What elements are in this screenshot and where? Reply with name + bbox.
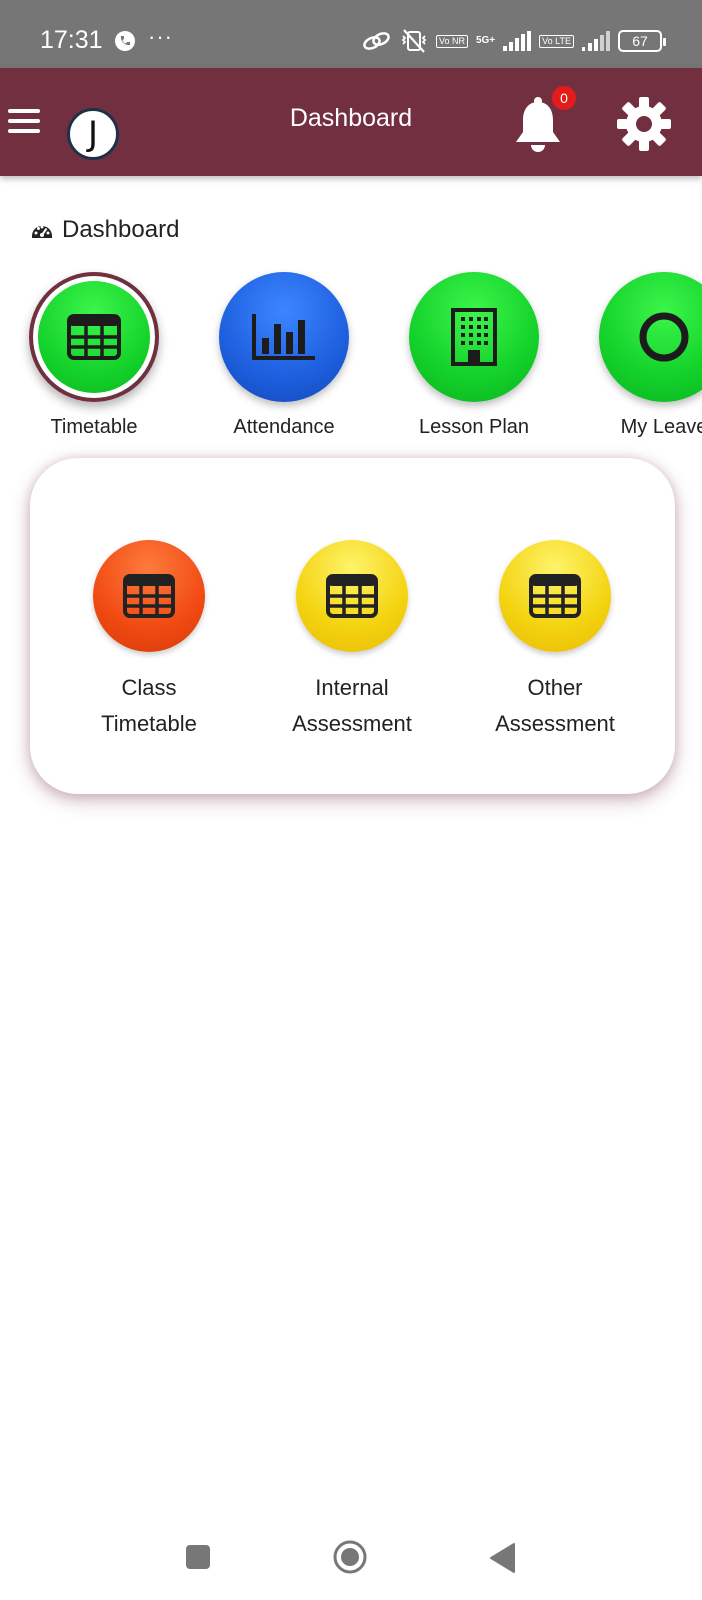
menu-label: My Leave bbox=[620, 416, 702, 438]
phone-app-icon bbox=[115, 31, 135, 51]
vonr-icon: Vo NR bbox=[435, 34, 468, 48]
menu-circle bbox=[599, 272, 702, 402]
menu-circle bbox=[409, 272, 539, 402]
submenu-item-other-assessment[interactable]: Other Assessment bbox=[460, 540, 650, 742]
submenu-circle bbox=[499, 540, 611, 652]
submenu-label: Class Timetable bbox=[54, 670, 244, 742]
submenu-label: Other Assessment bbox=[460, 670, 650, 742]
bar-chart-icon bbox=[252, 314, 315, 360]
battery-icon: 67 bbox=[618, 30, 666, 52]
network-type: 5G+ bbox=[475, 35, 496, 46]
menu-item-my-leave[interactable]: My Leave bbox=[584, 272, 702, 439]
status-indicators: Vo NR 5G+ Vo LTE 67 bbox=[362, 28, 666, 54]
submenu-label-line: Internal bbox=[315, 675, 389, 700]
submenu-circle bbox=[296, 540, 408, 652]
submenu-circle bbox=[93, 540, 205, 652]
link-icon bbox=[363, 32, 390, 50]
signal-icon bbox=[503, 31, 532, 51]
home-icon[interactable] bbox=[332, 1539, 368, 1575]
app-bar-title: Dashboard bbox=[289, 104, 413, 132]
status-bar: 17:31 ··· Vo NR 5G+ Vo LTE 67 bbox=[0, 0, 702, 68]
page-heading: Dashboard bbox=[30, 216, 179, 244]
vibrate-off-icon bbox=[401, 29, 427, 53]
submenu-label-line: Assessment bbox=[292, 711, 412, 736]
menu-circle bbox=[29, 272, 159, 402]
back-icon[interactable] bbox=[488, 1542, 516, 1574]
submenu-label-line: Other bbox=[527, 675, 583, 700]
menu-item-attendance[interactable]: Attendance bbox=[204, 272, 364, 439]
menu-item-timetable[interactable]: Timetable bbox=[14, 272, 174, 439]
submenu-label: Internal Assessment bbox=[257, 670, 447, 742]
recents-icon[interactable] bbox=[185, 1544, 211, 1570]
building-icon bbox=[451, 308, 497, 366]
volte-icon: Vo LTE bbox=[539, 34, 574, 48]
menu-item-lesson-plan[interactable]: Lesson Plan bbox=[394, 272, 554, 439]
submenu-item-class-timetable[interactable]: Class Timetable bbox=[54, 540, 244, 742]
status-time: 17:31 bbox=[40, 26, 103, 54]
submenu-label-line: Class bbox=[121, 675, 177, 700]
table-icon bbox=[326, 574, 378, 618]
submenu-card: Class Timetable Internal Assessment Othe… bbox=[30, 458, 675, 794]
page-heading-text: Dashboard bbox=[62, 216, 180, 243]
notification-badge: 0 bbox=[552, 86, 576, 110]
table-icon bbox=[529, 574, 581, 618]
table-icon bbox=[123, 574, 175, 618]
app-bar: J Dashboard 0 bbox=[0, 68, 702, 176]
submenu-label-line: Assessment bbox=[495, 711, 615, 736]
table-icon bbox=[67, 314, 121, 360]
gear-icon[interactable] bbox=[614, 94, 674, 154]
circle-icon bbox=[639, 312, 689, 362]
menu-label: Lesson Plan bbox=[418, 416, 530, 438]
more-notifications-icon: ··· bbox=[148, 24, 173, 49]
submenu-label-line: Timetable bbox=[101, 711, 197, 736]
menu-label: Timetable bbox=[50, 416, 138, 438]
submenu-item-internal-assessment[interactable]: Internal Assessment bbox=[257, 540, 447, 742]
menu-label: Attendance bbox=[233, 416, 335, 438]
system-nav-bar bbox=[0, 1520, 702, 1600]
menu-circle bbox=[219, 272, 349, 402]
signal-icon bbox=[582, 31, 610, 51]
gauge-icon bbox=[32, 225, 52, 238]
